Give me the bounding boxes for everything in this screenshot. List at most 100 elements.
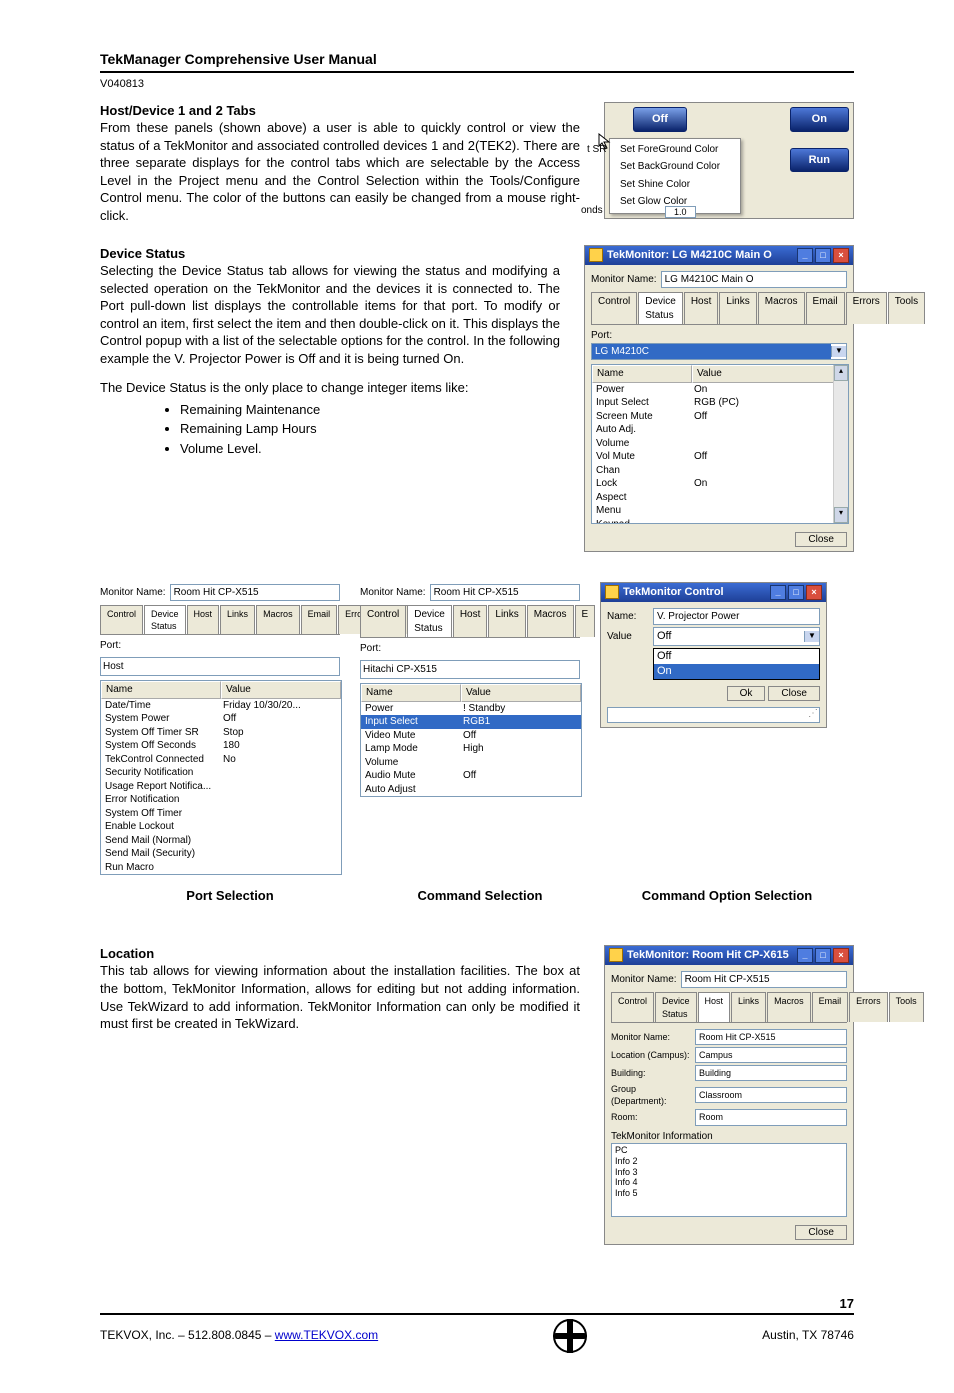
table-row[interactable]: Volume [361, 756, 581, 770]
table-row[interactable]: Vol MuteOff [592, 450, 848, 464]
table-row[interactable]: Date/TimeFriday 10/30/20... [101, 699, 341, 713]
table-row[interactable]: Power! Standby [361, 702, 581, 716]
tab-strip[interactable]: Control Device Status Host Links Macros … [591, 292, 847, 325]
table-row[interactable]: Usage Report Notifica... [101, 780, 341, 794]
table-row[interactable]: Enable Lockout [101, 820, 341, 834]
value-dropdown[interactable]: Off ▼ [653, 627, 820, 646]
table-row[interactable]: System Off Timer [101, 807, 341, 821]
close-icon[interactable]: × [833, 248, 849, 263]
field-input[interactable]: Room Hit CP-X515 [695, 1029, 847, 1045]
minimize-icon[interactable]: _ [797, 248, 813, 263]
maximize-icon[interactable]: □ [815, 248, 831, 263]
minimize-icon[interactable]: _ [797, 948, 813, 963]
on-button[interactable]: On [790, 107, 849, 132]
tab-device-status[interactable]: Device Status [638, 292, 683, 324]
table-row[interactable]: Send Mail (Normal) [101, 834, 341, 848]
close-button[interactable]: Close [768, 686, 820, 701]
field-input[interactable]: Classroom [695, 1087, 847, 1103]
port-value[interactable]: Hitachi CP-X515 [360, 660, 580, 680]
tab-strip[interactable]: Control Device Status Host Links Macros … [360, 605, 580, 638]
table-row[interactable]: Audio MuteOff [361, 769, 581, 783]
tab-email[interactable]: Email [301, 605, 338, 634]
tab-host[interactable]: Host [684, 292, 719, 324]
close-button[interactable]: Close [795, 532, 847, 547]
field-input[interactable]: Building [695, 1065, 847, 1081]
port-dropdown[interactable]: LG M4210C ▼ [591, 343, 847, 361]
tab-links[interactable]: Links [488, 605, 525, 637]
field-input[interactable]: Room [695, 1109, 847, 1125]
tab-device-status[interactable]: Device Status [144, 605, 186, 634]
field-input[interactable]: Campus [695, 1047, 847, 1063]
menu-item[interactable]: Set BackGround Color [610, 158, 740, 176]
tab-links[interactable]: Links [719, 292, 756, 324]
monitor-name-field[interactable]: LG M4210C Main O [661, 271, 847, 289]
tab-macros[interactable]: Macros [767, 992, 811, 1021]
table-row[interactable]: PowerOn [592, 383, 848, 397]
tab-email[interactable]: Email [812, 992, 849, 1021]
tab-control[interactable]: Control [611, 992, 654, 1021]
tab-macros[interactable]: Macros [758, 292, 805, 324]
host-box[interactable]: Host [100, 657, 340, 677]
tab-macros[interactable]: Macros [527, 605, 574, 637]
tab-macros[interactable]: Macros [256, 605, 300, 634]
monitor-name-field[interactable]: Room Hit CP-X515 [430, 584, 580, 602]
website-link[interactable]: www.TEKVOX.com [275, 1328, 378, 1342]
menu-item[interactable]: Set Shine Color [610, 176, 740, 194]
run-button[interactable]: Run [790, 148, 849, 173]
tab-more[interactable]: E [575, 605, 596, 637]
tab-tools[interactable]: Tools [889, 992, 924, 1021]
ok-button[interactable]: Ok [727, 686, 766, 701]
tab-device-status[interactable]: Device Status [655, 992, 697, 1021]
status-grid[interactable]: Name Value Date/TimeFriday 10/30/20...Sy… [100, 680, 342, 875]
table-row[interactable]: Chan [592, 464, 848, 478]
tab-control[interactable]: Control [591, 292, 637, 324]
menu-item[interactable]: Set ForeGround Color [610, 141, 740, 159]
tab-strip[interactable]: Control Device Status Host Links Macros … [100, 605, 340, 635]
maximize-icon[interactable]: □ [815, 948, 831, 963]
maximize-icon[interactable]: □ [788, 585, 804, 600]
table-row[interactable]: Input SelectRGB (PC) [592, 396, 848, 410]
status-grid[interactable]: Name Value PowerOnInput SelectRGB (PC)Sc… [591, 364, 849, 524]
close-icon[interactable]: × [806, 585, 822, 600]
tab-host[interactable]: Host [698, 992, 731, 1021]
table-row[interactable]: Input SelectRGB1 [361, 715, 581, 729]
tab-control[interactable]: Control [360, 605, 406, 637]
monitor-name-field[interactable]: Room Hit CP-X515 [681, 971, 847, 989]
monitor-name-field[interactable]: Room Hit CP-X515 [170, 584, 340, 602]
table-row[interactable]: System Off Timer SRStop [101, 726, 341, 740]
table-row[interactable]: System Off Seconds180 [101, 739, 341, 753]
table-row[interactable]: Lamp ModeHigh [361, 742, 581, 756]
status-grid[interactable]: Name Value Power! StandbyInput SelectRGB… [360, 683, 582, 797]
tab-control[interactable]: Control [100, 605, 143, 634]
table-row[interactable]: System PowerOff [101, 712, 341, 726]
option-on[interactable]: On [654, 664, 819, 679]
table-row[interactable]: Security Notification [101, 766, 341, 780]
table-row[interactable]: Auto Adjust [361, 783, 581, 797]
tab-device-status[interactable]: Device Status [407, 605, 452, 637]
table-row[interactable]: Error Notification [101, 793, 341, 807]
option-off[interactable]: Off [654, 649, 819, 664]
chevron-down-icon[interactable]: ▼ [804, 631, 819, 642]
off-button[interactable]: Off [633, 107, 687, 132]
color-context-menu[interactable]: Set ForeGround Color Set BackGround Colo… [609, 138, 741, 214]
resize-grip-icon[interactable]: ⋰ [808, 707, 818, 721]
table-row[interactable]: Menu [592, 504, 848, 518]
tab-errors[interactable]: Errors [849, 992, 888, 1021]
table-row[interactable]: Run Macro [101, 861, 341, 875]
table-row[interactable]: TekControl ConnectedNo [101, 753, 341, 767]
table-row[interactable]: Video MuteOff [361, 729, 581, 743]
table-row[interactable]: Keypad [592, 518, 848, 523]
dropdown-list[interactable]: Off On [653, 648, 820, 680]
tab-strip[interactable]: Control Device Status Host Links Macros … [611, 992, 847, 1022]
table-row[interactable]: LockOn [592, 477, 848, 491]
tab-errors[interactable]: Errors [846, 292, 887, 324]
scroll-down-icon[interactable]: ▾ [834, 507, 848, 523]
scrollbar[interactable]: ▴ ▾ [833, 365, 848, 523]
tab-email[interactable]: Email [806, 292, 845, 324]
scroll-up-icon[interactable]: ▴ [834, 365, 848, 381]
tab-host[interactable]: Host [187, 605, 220, 634]
table-row[interactable]: Volume [592, 437, 848, 451]
table-row[interactable]: Screen MuteOff [592, 410, 848, 424]
tab-tools[interactable]: Tools [888, 292, 925, 324]
minimize-icon[interactable]: _ [770, 585, 786, 600]
